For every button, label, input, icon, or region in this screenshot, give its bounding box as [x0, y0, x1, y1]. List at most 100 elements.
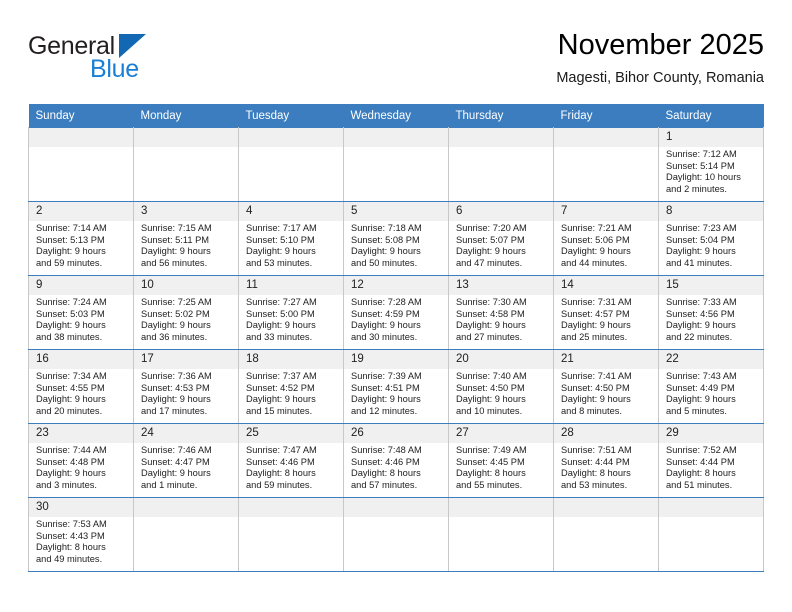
calendar-day-cell[interactable]: 23 Sunrise: 7:44 AM Sunset: 4:48 PM Dayligh…	[28, 423, 134, 498]
calendar-day-cell[interactable]: 30 Sunrise: 7:53 AM Sunset: 4:43 PM Dayligh…	[28, 497, 134, 572]
sunset-time: Sunset: 4:46 PM	[246, 456, 315, 467]
day-cell-inner	[659, 498, 763, 571]
calendar-day-cell[interactable]: 22 Sunrise: 7:43 AM Sunset: 4:49 PM Dayligh…	[658, 349, 764, 424]
calendar-day-cell[interactable]: 19 Sunrise: 7:39 AM Sunset: 4:51 PM Dayligh…	[343, 349, 449, 424]
calendar-empty-cell	[343, 127, 449, 202]
weekday-header-thursday: Thursday	[448, 104, 554, 128]
calendar-day-cell[interactable]: 16 Sunrise: 7:34 AM Sunset: 4:55 PM Dayligh…	[28, 349, 134, 424]
calendar-day-cell[interactable]: 25 Sunrise: 7:47 AM Sunset: 4:46 PM Dayligh…	[238, 423, 344, 498]
daylight-duration-line1: Daylight: 10 hours	[666, 172, 741, 183]
calendar-day-cell[interactable]: 29 Sunrise: 7:52 AM Sunset: 4:44 PM Dayligh…	[658, 423, 764, 498]
daylight-duration-line2: and 1 minute.	[141, 479, 198, 490]
sunset-time: Sunset: 4:51 PM	[351, 382, 420, 393]
day-cell-inner: 25 Sunrise: 7:47 AM Sunset: 4:46 PM Dayligh…	[239, 424, 343, 497]
daylight-duration-line1: Daylight: 9 hours	[561, 246, 631, 257]
sunset-time: Sunset: 4:50 PM	[561, 382, 630, 393]
sunset-time: Sunset: 5:13 PM	[36, 234, 105, 245]
sunrise-time: Sunrise: 7:34 AM	[36, 371, 107, 381]
calendar-day-cell[interactable]: 5 Sunrise: 7:18 AM Sunset: 5:08 PM Daylight…	[343, 201, 449, 276]
calendar-day-cell[interactable]: 20 Sunrise: 7:40 AM Sunset: 4:50 PM Dayligh…	[448, 349, 554, 424]
calendar-day-cell[interactable]: 13 Sunrise: 7:30 AM Sunset: 4:58 PM Dayligh…	[448, 275, 554, 350]
daylight-duration-line2: and 25 minutes.	[561, 331, 628, 342]
daylight-duration-line2: and 12 minutes.	[351, 405, 418, 416]
calendar-day-cell[interactable]: 26 Sunrise: 7:48 AM Sunset: 4:46 PM Dayligh…	[343, 423, 449, 498]
daylight-duration-line1: Daylight: 9 hours	[246, 394, 316, 405]
calendar-day-cell[interactable]: 24 Sunrise: 7:46 AM Sunset: 4:47 PM Dayligh…	[133, 423, 239, 498]
sunrise-time: Sunrise: 7:36 AM	[141, 371, 212, 381]
day-cell-inner: 6 Sunrise: 7:20 AM Sunset: 5:07 PM Daylight…	[449, 202, 553, 275]
empty-day-band	[344, 128, 448, 147]
sunrise-time: Sunrise: 7:49 AM	[456, 445, 527, 455]
day-details: Sunrise: 7:31 AM Sunset: 4:57 PM Daylight:…	[554, 295, 658, 343]
sunset-time: Sunset: 5:11 PM	[141, 234, 210, 245]
daylight-duration-line1: Daylight: 9 hours	[561, 394, 631, 405]
day-cell-inner: 24 Sunrise: 7:46 AM Sunset: 4:47 PM Dayligh…	[134, 424, 238, 497]
calendar-day-cell[interactable]: 18 Sunrise: 7:37 AM Sunset: 4:52 PM Dayligh…	[238, 349, 344, 424]
calendar-day-cell[interactable]: 21 Sunrise: 7:41 AM Sunset: 4:50 PM Dayligh…	[553, 349, 659, 424]
calendar-day-cell[interactable]: 9 Sunrise: 7:24 AM Sunset: 5:03 PM Daylight…	[28, 275, 134, 350]
calendar-day-cell[interactable]: 3 Sunrise: 7:15 AM Sunset: 5:11 PM Daylight…	[133, 201, 239, 276]
calendar-day-cell[interactable]: 6 Sunrise: 7:20 AM Sunset: 5:07 PM Daylight…	[448, 201, 554, 276]
calendar-week-row: 2 Sunrise: 7:14 AM Sunset: 5:13 PM Daylight…	[28, 201, 764, 276]
day-number: 22	[659, 350, 763, 369]
calendar-day-cell[interactable]: 28 Sunrise: 7:51 AM Sunset: 4:44 PM Dayligh…	[553, 423, 659, 498]
day-cell-inner: 21 Sunrise: 7:41 AM Sunset: 4:50 PM Dayligh…	[554, 350, 658, 423]
empty-day-band	[554, 128, 658, 147]
calendar-day-cell[interactable]: 12 Sunrise: 7:28 AM Sunset: 4:59 PM Dayligh…	[343, 275, 449, 350]
day-number: 20	[449, 350, 553, 369]
day-details: Sunrise: 7:30 AM Sunset: 4:58 PM Daylight:…	[449, 295, 553, 343]
calendar-table: Sunday Monday Tuesday Wednesday Thursday…	[28, 104, 764, 572]
calendar-empty-cell	[28, 127, 134, 202]
daylight-duration-line1: Daylight: 9 hours	[141, 468, 211, 479]
sunrise-time: Sunrise: 7:17 AM	[246, 223, 317, 233]
calendar-day-cell[interactable]: 17 Sunrise: 7:36 AM Sunset: 4:53 PM Dayligh…	[133, 349, 239, 424]
day-details: Sunrise: 7:17 AM Sunset: 5:10 PM Daylight:…	[239, 221, 343, 269]
sunrise-time: Sunrise: 7:14 AM	[36, 223, 107, 233]
day-details: Sunrise: 7:40 AM Sunset: 4:50 PM Daylight:…	[449, 369, 553, 417]
day-number: 11	[239, 276, 343, 295]
day-details: Sunrise: 7:15 AM Sunset: 5:11 PM Daylight:…	[134, 221, 238, 269]
day-number: 3	[134, 202, 238, 221]
sunset-time: Sunset: 5:00 PM	[246, 308, 315, 319]
calendar-day-cell[interactable]: 4 Sunrise: 7:17 AM Sunset: 5:10 PM Daylight…	[238, 201, 344, 276]
day-cell-inner: 13 Sunrise: 7:30 AM Sunset: 4:58 PM Dayligh…	[449, 276, 553, 349]
sunset-time: Sunset: 5:14 PM	[666, 160, 735, 171]
weekday-header-saturday: Saturday	[658, 104, 764, 128]
day-cell-inner: 20 Sunrise: 7:40 AM Sunset: 4:50 PM Dayligh…	[449, 350, 553, 423]
sunrise-time: Sunrise: 7:47 AM	[246, 445, 317, 455]
daylight-duration-line1: Daylight: 9 hours	[456, 246, 526, 257]
calendar-day-cell[interactable]: 7 Sunrise: 7:21 AM Sunset: 5:06 PM Daylight…	[553, 201, 659, 276]
daylight-duration-line2: and 38 minutes.	[36, 331, 103, 342]
day-cell-inner	[449, 128, 553, 201]
day-cell-inner: 9 Sunrise: 7:24 AM Sunset: 5:03 PM Daylight…	[29, 276, 133, 349]
day-number: 7	[554, 202, 658, 221]
sunrise-time: Sunrise: 7:51 AM	[561, 445, 632, 455]
sunset-time: Sunset: 4:58 PM	[456, 308, 525, 319]
calendar-empty-cell	[238, 497, 344, 572]
empty-day-band	[134, 128, 238, 147]
daylight-duration-line1: Daylight: 9 hours	[561, 320, 631, 331]
calendar-day-cell[interactable]: 8 Sunrise: 7:23 AM Sunset: 5:04 PM Daylight…	[658, 201, 764, 276]
day-number: 30	[29, 498, 133, 517]
calendar-day-cell[interactable]: 27 Sunrise: 7:49 AM Sunset: 4:45 PM Dayligh…	[448, 423, 554, 498]
calendar-day-cell[interactable]: 10 Sunrise: 7:25 AM Sunset: 5:02 PM Dayligh…	[133, 275, 239, 350]
calendar-empty-cell	[448, 127, 554, 202]
calendar-day-cell[interactable]: 14 Sunrise: 7:31 AM Sunset: 4:57 PM Dayligh…	[553, 275, 659, 350]
sunset-time: Sunset: 4:57 PM	[561, 308, 630, 319]
sunrise-time: Sunrise: 7:53 AM	[36, 519, 107, 529]
calendar-day-cell[interactable]: 11 Sunrise: 7:27 AM Sunset: 5:00 PM Dayligh…	[238, 275, 344, 350]
day-cell-inner	[239, 128, 343, 201]
general-blue-logo[interactable]: General Blue	[28, 32, 228, 92]
sunset-time: Sunset: 4:44 PM	[666, 456, 735, 467]
calendar-day-cell[interactable]: 2 Sunrise: 7:14 AM Sunset: 5:13 PM Daylight…	[28, 201, 134, 276]
daylight-duration-line1: Daylight: 9 hours	[351, 394, 421, 405]
sunrise-time: Sunrise: 7:33 AM	[666, 297, 737, 307]
daylight-duration-line1: Daylight: 9 hours	[456, 394, 526, 405]
calendar-day-cell[interactable]: 15 Sunrise: 7:33 AM Sunset: 4:56 PM Dayligh…	[658, 275, 764, 350]
daylight-duration-line1: Daylight: 9 hours	[36, 246, 106, 257]
calendar-header-row: Sunday Monday Tuesday Wednesday Thursday…	[28, 104, 764, 128]
calendar-day-cell[interactable]: 1 Sunrise: 7:12 AM Sunset: 5:14 PM Daylight…	[658, 127, 764, 202]
empty-day-band	[659, 498, 763, 517]
daylight-duration-line1: Daylight: 9 hours	[36, 320, 106, 331]
day-cell-inner: 19 Sunrise: 7:39 AM Sunset: 4:51 PM Dayligh…	[344, 350, 448, 423]
